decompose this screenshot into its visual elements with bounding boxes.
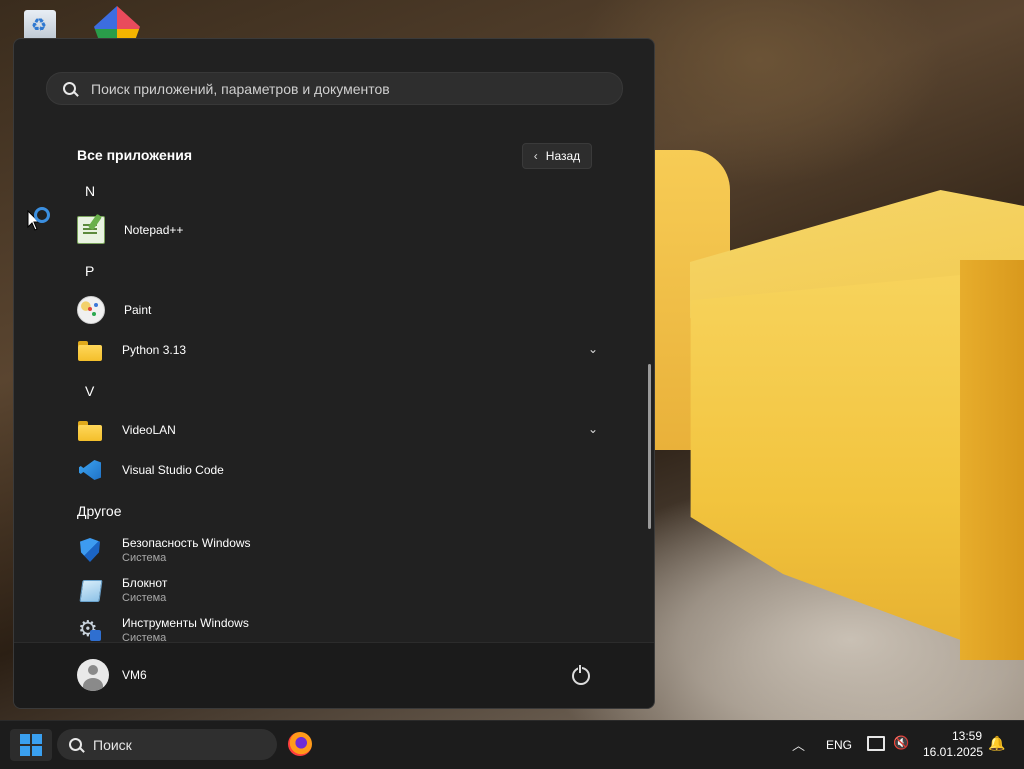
vscode-icon <box>77 457 103 483</box>
volume-muted-icon[interactable]: 🔇 <box>893 735 909 751</box>
app-item-subtitle: Система <box>122 552 167 564</box>
chevron-left-icon: ‹ <box>533 149 538 163</box>
app-item-notepad[interactable]: Блокнот Система <box>70 572 598 608</box>
power-icon[interactable] <box>572 664 590 685</box>
app-item-label: Paint <box>124 303 152 317</box>
folder-icon <box>77 417 103 443</box>
other-section-title: Другое <box>77 503 122 519</box>
user-name[interactable]: VM6 <box>122 668 147 682</box>
app-item-label: Python 3.13 <box>122 343 187 357</box>
clock-time[interactable]: 13:59 <box>952 729 982 743</box>
busy-indicator-icon <box>34 207 50 223</box>
app-item-subtitle: Система <box>122 592 167 604</box>
folder-icon <box>77 337 103 363</box>
app-item-label: Блокнот <box>122 576 168 590</box>
start-button[interactable] <box>10 729 52 761</box>
start-menu-footer: VM6 <box>14 642 654 708</box>
start-menu: Все приложения ‹ Назад N Notepad++ P Pai… <box>13 38 655 709</box>
windows-logo-icon <box>20 734 30 744</box>
chevron-down-icon[interactable]: ⌄ <box>588 342 598 356</box>
windows-tools-icon <box>77 616 103 641</box>
app-item-videolan-folder[interactable]: VideoLAN ⌄ <box>70 412 598 448</box>
letter-header-p[interactable]: P <box>85 263 94 279</box>
wallpaper-cheese-side <box>960 260 1024 660</box>
all-apps-list[interactable]: N Notepad++ P Paint Python 3.13 ⌄ V Vide… <box>14 169 654 641</box>
app-list-scrollbar[interactable] <box>648 364 651 529</box>
app-item-vscode[interactable]: Visual Studio Code <box>70 452 598 488</box>
app-item-label: Visual Studio Code <box>122 463 224 477</box>
chevron-down-icon[interactable]: ⌄ <box>588 422 598 436</box>
taskbar-search-label: Поиск <box>93 736 132 753</box>
clock-date[interactable]: 16.01.2025 <box>923 745 983 759</box>
language-indicator[interactable]: ENG <box>826 738 852 752</box>
chevron-up-icon[interactable]: ︿ <box>792 735 805 754</box>
app-item-windows-tools[interactable]: Инструменты Windows Система <box>70 612 598 641</box>
app-item-label: Безопасность Windows <box>122 536 251 550</box>
app-item-label: VideoLAN <box>122 423 176 437</box>
letter-header-v[interactable]: V <box>85 383 94 399</box>
notepadpp-icon <box>77 216 105 244</box>
letter-header-n[interactable]: N <box>85 183 95 199</box>
app-item-paint[interactable]: Paint <box>70 292 598 328</box>
all-apps-title: Все приложения <box>77 147 193 163</box>
notification-bell-icon[interactable]: 🔔 <box>988 735 1005 752</box>
start-search-input[interactable] <box>89 79 593 98</box>
search-icon <box>63 81 79 97</box>
app-item-windows-security[interactable]: Безопасность Windows Система <box>70 532 598 568</box>
back-button-label: Назад <box>545 149 581 163</box>
app-item-notepadpp[interactable]: Notepad++ <box>70 212 598 248</box>
back-button[interactable]: ‹ Назад <box>522 143 592 169</box>
windows-security-icon <box>77 537 103 563</box>
app-item-python-folder[interactable]: Python 3.13 ⌄ <box>70 332 598 368</box>
taskbar-search[interactable]: Поиск <box>57 729 277 760</box>
taskbar: Поиск ︿ ENG 🔇 13:59 16.01.2025 🔔 <box>0 720 1024 769</box>
notepad-icon <box>77 577 103 603</box>
search-icon <box>69 737 85 753</box>
user-avatar[interactable] <box>77 659 109 691</box>
app-item-subtitle: Система <box>122 632 167 641</box>
app-item-label: Инструменты Windows <box>122 616 249 630</box>
network-icon[interactable] <box>867 736 885 751</box>
firefox-icon[interactable] <box>288 732 312 756</box>
start-search-box[interactable] <box>46 72 623 105</box>
paint-icon <box>77 296 105 324</box>
app-item-label: Notepad++ <box>124 223 184 237</box>
